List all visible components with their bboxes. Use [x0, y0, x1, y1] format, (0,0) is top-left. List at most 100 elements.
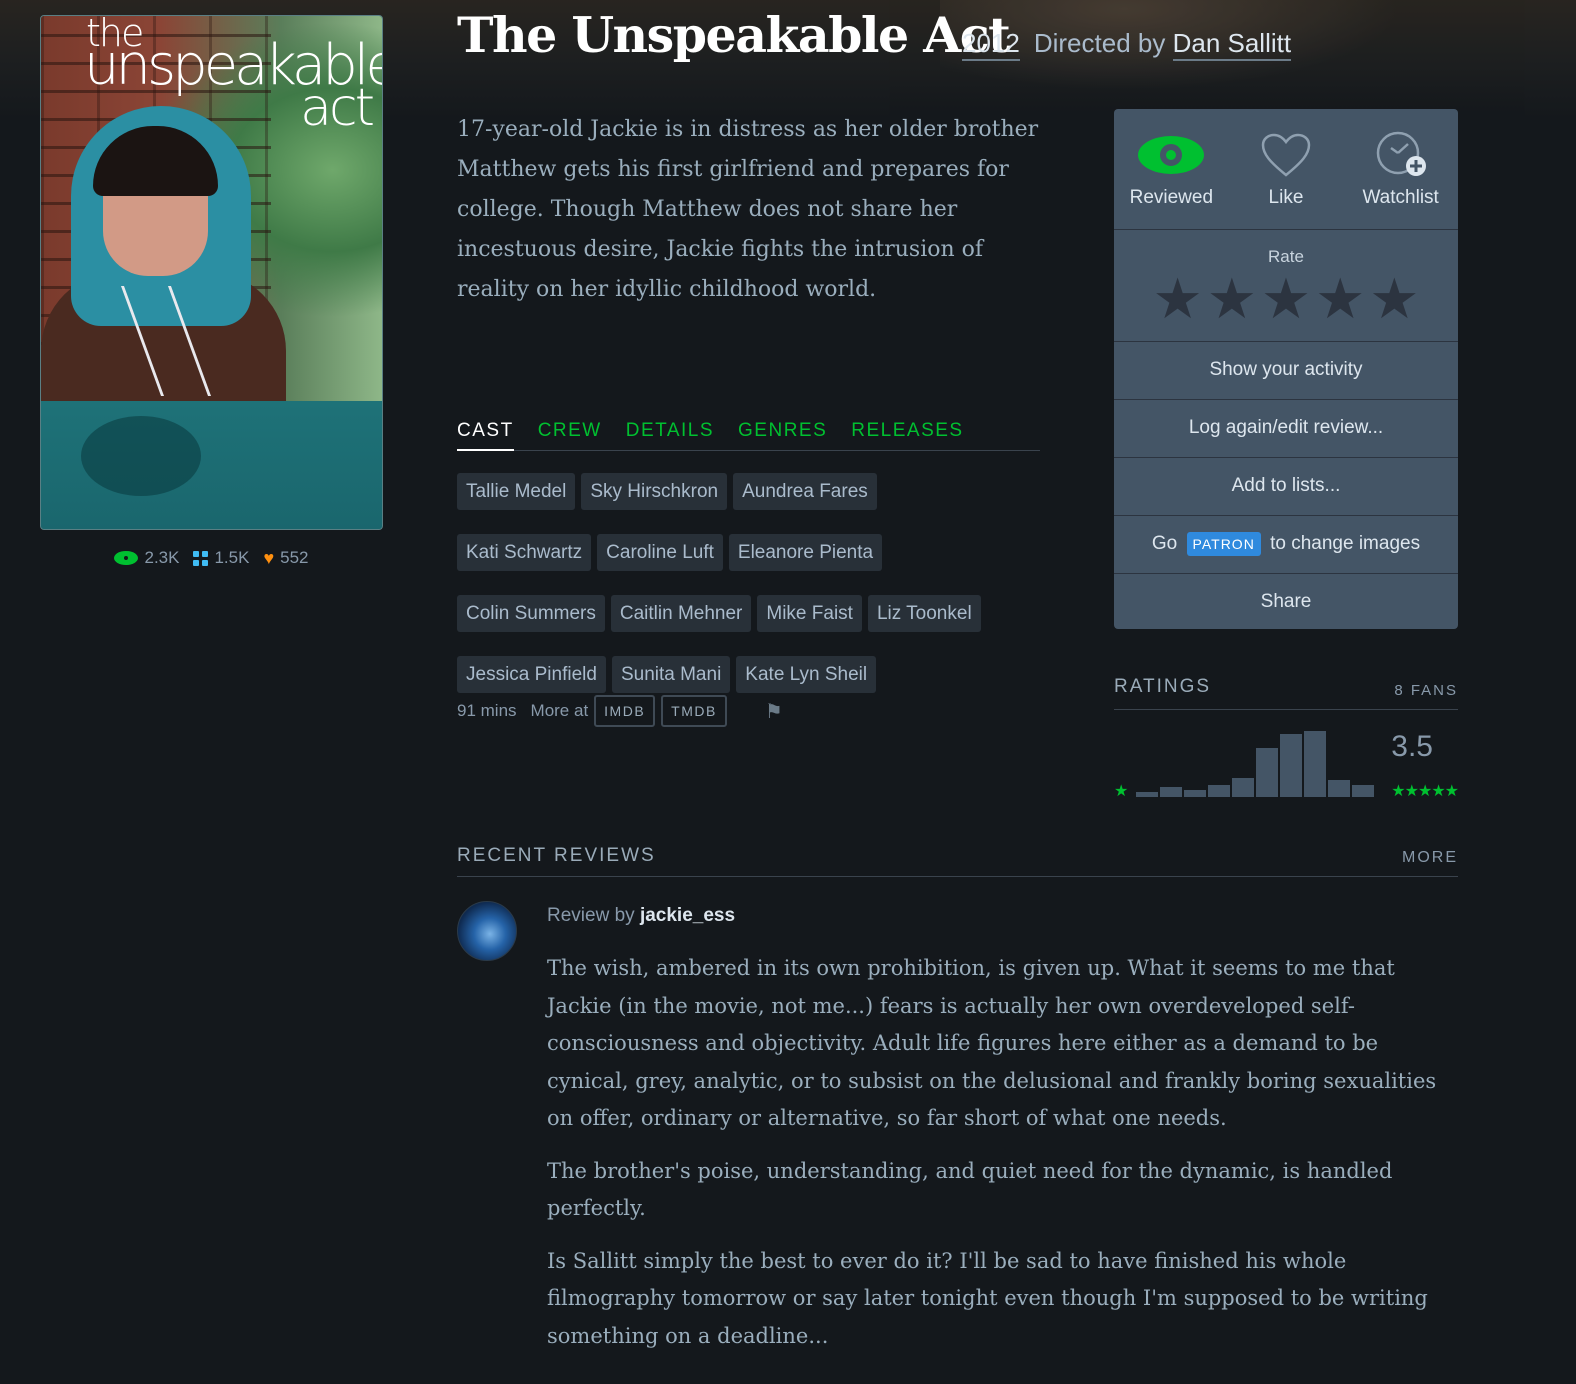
film-title: The Unspeakable Act [457, 6, 1011, 64]
cast-member[interactable]: Kati Schwartz [457, 534, 592, 571]
star-icon[interactable]: ★ [1207, 271, 1257, 327]
more-reviews-link[interactable]: MORE [1402, 845, 1458, 876]
histogram-bar[interactable] [1232, 778, 1254, 797]
cast-member[interactable]: Jessica Pinfield [457, 656, 606, 693]
histogram-bar[interactable] [1280, 734, 1302, 797]
likes-count: 552 [280, 548, 309, 567]
share-button[interactable]: Share [1114, 574, 1458, 629]
lists-stat[interactable]: 1.5K [193, 548, 249, 568]
ratings-histogram: ★ 3.5 ★★★★★ [1114, 720, 1459, 800]
log-again-button[interactable]: Log again/edit review... [1114, 400, 1458, 458]
tmdb-button[interactable]: TMDB [661, 695, 727, 727]
star-icon[interactable]: ★ [1152, 271, 1202, 327]
like-button[interactable]: Like [1231, 131, 1341, 209]
histogram-bars [1136, 720, 1376, 797]
film-synopsis: 17-year-old Jackie is in distress as her… [457, 117, 1039, 302]
review-attribution: Review by jackie_ess [547, 905, 735, 927]
watched-count: 2.3K [144, 548, 180, 567]
patron-badge: PATRON [1186, 531, 1261, 556]
avatar[interactable] [457, 901, 517, 961]
cast-member[interactable]: Kate Lyn Sheil [736, 656, 877, 693]
five-star-label: ★★★★★ [1391, 783, 1459, 800]
rating-stars[interactable]: ★ ★ ★ ★ ★ [1114, 271, 1458, 327]
fans-link[interactable]: 8 FANS [1394, 676, 1458, 699]
change-images-button[interactable]: Go PATRON to change images [1114, 516, 1458, 574]
one-star-label: ★ [1114, 783, 1129, 800]
review-body[interactable]: The wish, ambered in its own prohibition… [547, 950, 1462, 1370]
release-year-link[interactable]: 2012 [962, 28, 1020, 61]
runtime: 91 mins [457, 701, 517, 720]
histogram-bar[interactable] [1352, 785, 1374, 797]
rate-section: Rate ★ ★ ★ ★ ★ [1114, 230, 1458, 342]
poster-title-act: act [300, 78, 375, 138]
histogram-bar[interactable] [1184, 790, 1206, 797]
film-poster[interactable]: the unspeakable act [40, 15, 383, 530]
watched-stat[interactable]: 2.3K [114, 548, 179, 568]
show-activity-button[interactable]: Show your activity [1114, 342, 1458, 400]
cast-list: Tallie Medel Sky Hirschkron Aundrea Fare… [457, 473, 1057, 693]
histogram-bar[interactable] [1328, 780, 1350, 797]
star-icon[interactable]: ★ [1261, 271, 1311, 327]
change-images-label: to change images [1270, 533, 1421, 554]
cast-member[interactable]: Eleanore Pienta [728, 534, 883, 571]
cast-member[interactable]: Colin Summers [457, 595, 605, 632]
reviewed-label: Reviewed [1129, 187, 1214, 208]
star-icon[interactable]: ★ [1369, 271, 1419, 327]
cast-member[interactable]: Caitlin Mehner [610, 595, 752, 632]
flag-icon[interactable]: ⚑ [765, 699, 783, 724]
like-label: Like [1268, 187, 1304, 208]
tab-genres[interactable]: GENRES [738, 417, 827, 451]
director-link[interactable]: Dan Sallitt [1172, 28, 1292, 61]
action-icons-row: Reviewed Like Watchlist [1114, 109, 1458, 230]
film-tabs: CAST CREW DETAILS GENRES RELEASES [457, 417, 1040, 451]
tab-releases[interactable]: RELEASES [851, 417, 963, 451]
more-at-label: More at [530, 701, 589, 720]
cast-member[interactable]: Liz Toonkel [867, 595, 981, 632]
histogram-bar[interactable] [1160, 787, 1182, 797]
go-label: Go [1151, 533, 1178, 554]
review-paragraph: The wish, ambered in its own prohibition… [547, 956, 1437, 1130]
star-icon[interactable]: ★ [1315, 271, 1365, 327]
tab-crew[interactable]: CREW [538, 417, 602, 451]
watchlist-label: Watchlist [1362, 187, 1439, 208]
cast-member[interactable]: Sunita Mani [611, 656, 731, 693]
eye-icon [114, 551, 139, 565]
recent-reviews-heading[interactable]: RECENT REVIEWS [457, 845, 656, 876]
actions-panel: Reviewed Like Watchlist Rate ★ ★ ★ ★ ★ S… [1114, 109, 1458, 629]
lists-count: 1.5K [214, 548, 250, 567]
histogram-bar[interactable] [1208, 785, 1230, 797]
watchlist-button[interactable]: Watchlist [1346, 131, 1456, 209]
tab-details[interactable]: DETAILS [626, 417, 714, 451]
poster-lower-still [41, 401, 382, 529]
add-to-lists-button[interactable]: Add to lists... [1114, 458, 1458, 516]
cast-member[interactable]: Sky Hirschkron [581, 473, 728, 510]
watchlist-clock-icon [1373, 131, 1429, 179]
review-paragraph: The brother's poise, understanding, and … [547, 1158, 1393, 1221]
ratings-heading[interactable]: RATINGS [1114, 676, 1211, 698]
lists-icon [193, 550, 209, 566]
review-by-label: Review by [547, 905, 635, 926]
film-footer-meta: 91 mins More at IMDB TMDB ⚑ [457, 695, 783, 727]
rate-label: Rate [1268, 247, 1304, 266]
review-author-link[interactable]: jackie_ess [640, 905, 735, 926]
review-paragraph: Is Sallitt simply the best to ever do it… [547, 1248, 1428, 1348]
eye-icon [1138, 136, 1205, 174]
directed-by-label: Directed by [1033, 28, 1166, 58]
cast-member[interactable]: Tallie Medel [457, 473, 576, 510]
recent-reviews-header: RECENT REVIEWS MORE [457, 845, 1458, 877]
histogram-bar[interactable] [1304, 731, 1326, 797]
histogram-bar[interactable] [1256, 748, 1278, 797]
tab-cast[interactable]: CAST [457, 417, 514, 451]
film-meta: 2012 Directed by Dan Sallitt [962, 28, 1292, 61]
histogram-bar[interactable] [1136, 792, 1158, 797]
cast-member[interactable]: Mike Faist [757, 595, 862, 632]
cast-member[interactable]: Caroline Luft [597, 534, 723, 571]
reviewed-button[interactable]: Reviewed [1116, 131, 1226, 209]
likes-stat[interactable]: ♥ 552 [263, 548, 308, 568]
average-rating[interactable]: 3.5 [1391, 730, 1433, 764]
film-stats: 2.3K 1.5K ♥ 552 [40, 545, 383, 571]
imdb-button[interactable]: IMDB [594, 695, 656, 727]
ratings-header: RATINGS 8 FANS [1114, 676, 1458, 710]
cast-member[interactable]: Aundrea Fares [733, 473, 877, 510]
heart-outline-icon [1260, 131, 1312, 179]
